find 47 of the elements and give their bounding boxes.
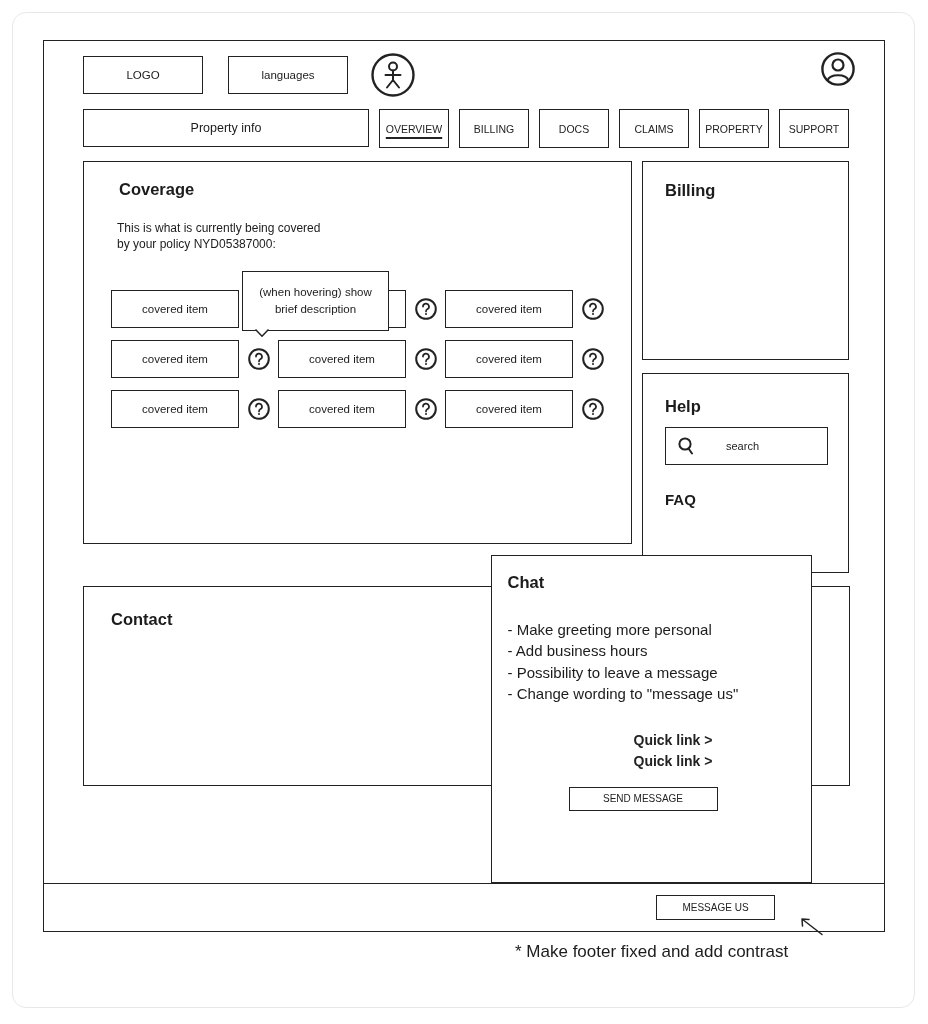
message-us-button[interactable]: MESSAGE US — [656, 895, 775, 920]
faq-heading: FAQ — [665, 491, 696, 508]
contact-title: Contact — [111, 609, 173, 629]
coverage-item: covered item — [111, 390, 239, 428]
help-icon[interactable] — [415, 298, 437, 320]
coverage-title: Coverage — [119, 179, 195, 199]
language-selector[interactable]: languages — [228, 56, 348, 94]
coverage-item: covered item — [278, 390, 406, 428]
chat-note: - Make greeting more personal — [507, 619, 713, 640]
search-field[interactable]: search — [665, 427, 828, 465]
search-icon — [678, 437, 694, 455]
chat-note: - Possibility to leave a message — [507, 662, 719, 683]
quick-link[interactable]: Quick link > — [633, 729, 713, 751]
coverage-item: covered item — [111, 340, 239, 378]
nav-tab[interactable]: BILLING — [459, 109, 529, 148]
help-icon[interactable] — [415, 398, 437, 420]
coverage-item: covered item — [445, 290, 573, 328]
help-icon[interactable] — [582, 348, 604, 370]
nav-tab[interactable]: SUPPORT — [779, 109, 849, 148]
coverage-item: covered item — [445, 340, 573, 378]
user-avatar-icon[interactable] — [821, 52, 855, 86]
coverage-item: covered item — [278, 340, 406, 378]
chat-note: - Change wording to "message us" — [507, 684, 739, 704]
logo[interactable]: LOGO — [83, 56, 203, 94]
help-icon[interactable] — [248, 348, 270, 370]
chat-title: Chat — [507, 571, 545, 592]
help-icon[interactable] — [582, 398, 604, 420]
help-icon[interactable] — [582, 298, 604, 320]
billing-title: Billing — [665, 180, 716, 200]
property-info-panel: Property info — [83, 109, 369, 147]
coverage-item: covered item — [445, 390, 573, 428]
chat-note: - Add business hours — [507, 641, 649, 661]
stick-figure-icon — [371, 53, 415, 97]
send-message-button[interactable]: SEND MESSAGE — [568, 786, 718, 811]
help-title: Help — [665, 396, 701, 416]
tooltip: (when hovering) show brief description — [242, 270, 389, 331]
nav-tab[interactable]: CLAIMS — [619, 109, 689, 148]
help-icon[interactable] — [415, 348, 437, 370]
nav-tab[interactable]: DOCS — [539, 109, 609, 148]
tooltip-pointer-icon — [255, 329, 269, 337]
coverage-description: This is what is currently being covered by your policy NYD05387000: — [117, 220, 321, 252]
help-icon[interactable] — [248, 398, 270, 420]
annotation-note: * Make footer fixed and add contrast — [515, 941, 789, 962]
nav-tab[interactable]: PROPERTY — [699, 109, 769, 148]
nav-tab[interactable]: OVERVIEW — [379, 109, 449, 148]
coverage-item: covered item — [111, 290, 239, 328]
quick-link[interactable]: Quick link > — [633, 750, 713, 772]
